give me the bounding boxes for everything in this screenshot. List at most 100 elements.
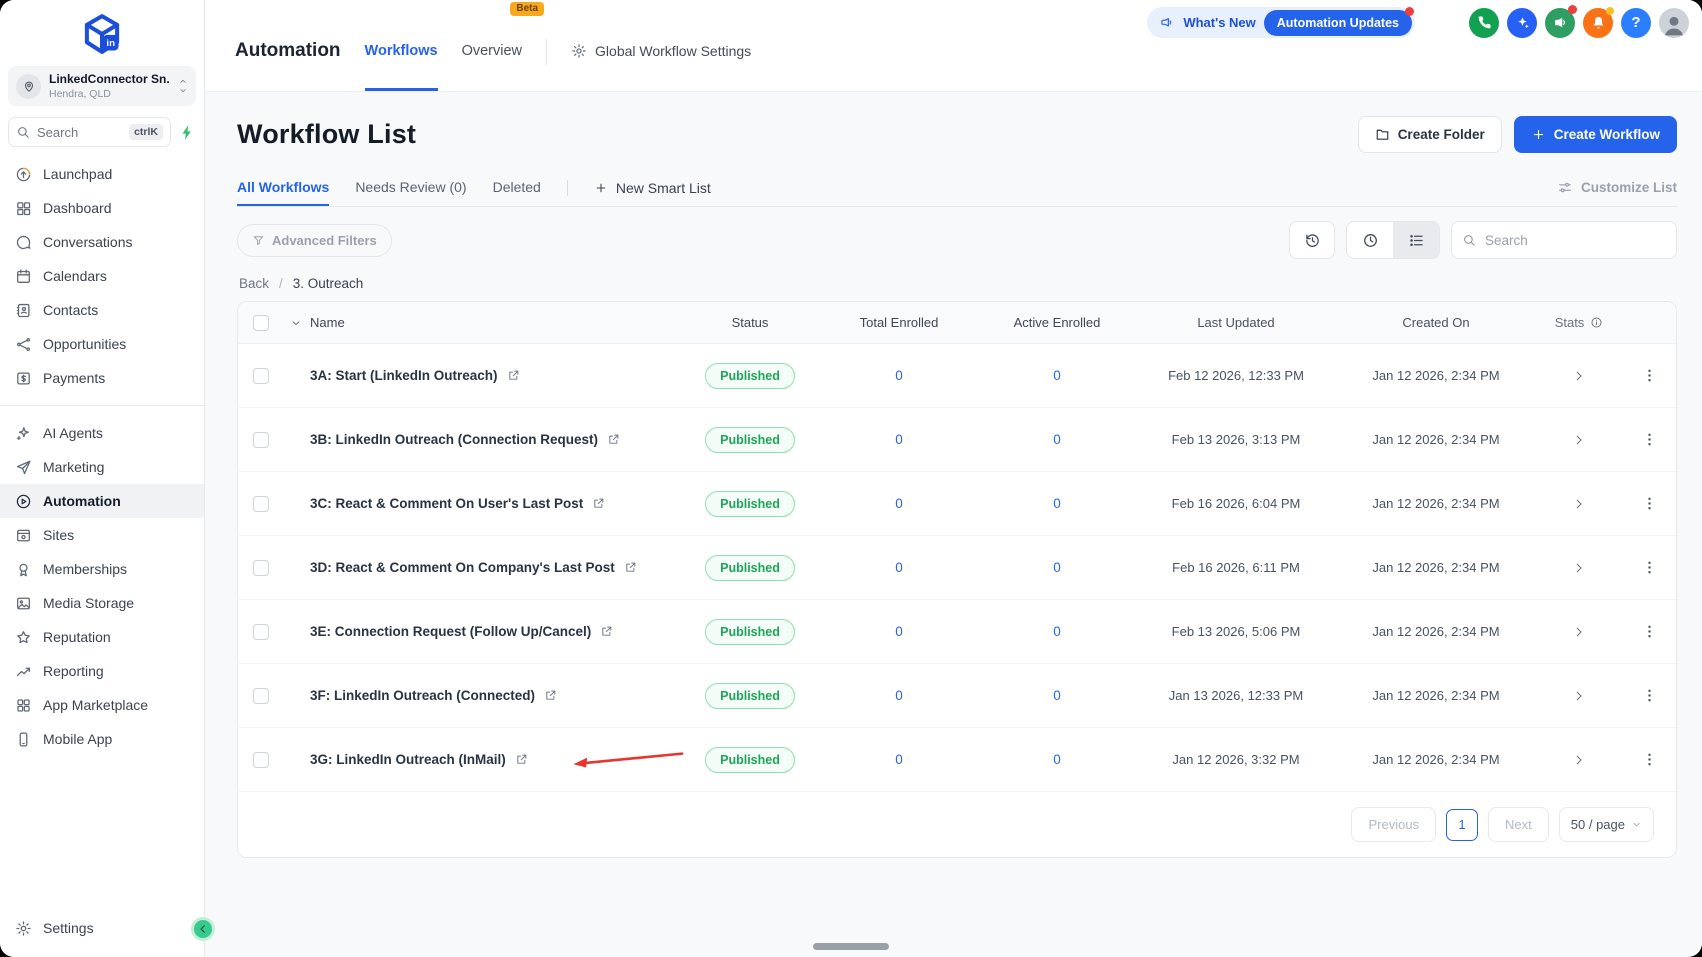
next-page-button[interactable]: Next — [1488, 807, 1549, 842]
advanced-filters-button[interactable]: Advanced Filters — [237, 223, 392, 257]
active-enrolled-value[interactable]: 0 — [1053, 432, 1061, 447]
page-size-select[interactable]: 50 / page — [1558, 807, 1654, 842]
user-avatar[interactable] — [1659, 7, 1689, 38]
active-enrolled-value[interactable]: 0 — [1053, 752, 1061, 767]
workflow-search[interactable] — [1451, 221, 1677, 259]
total-enrolled-value[interactable]: 0 — [895, 560, 903, 575]
chevron-down-icon[interactable] — [290, 317, 302, 329]
total-enrolled-value[interactable]: 0 — [895, 368, 903, 383]
table-row[interactable]: 3F: LinkedIn Outreach (Connected) Publis… — [238, 664, 1676, 728]
create-workflow-button[interactable]: Create Workflow — [1513, 116, 1677, 153]
sidebar-collapse-button[interactable] — [191, 917, 215, 941]
recent-view-button[interactable] — [1347, 222, 1393, 258]
sidebar-item-opportunities[interactable]: Opportunities — [0, 327, 204, 361]
table-row[interactable]: 3B: LinkedIn Outreach (Connection Reques… — [238, 408, 1676, 472]
previous-page-button[interactable]: Previous — [1351, 807, 1437, 842]
active-enrolled-value[interactable]: 0 — [1053, 496, 1061, 511]
workflow-name-link[interactable]: 3G: LinkedIn Outreach (InMail) — [310, 752, 506, 767]
sidebar-item-mobile-app[interactable]: Mobile App — [0, 722, 204, 756]
external-link-icon[interactable] — [600, 625, 613, 638]
workflow-name-link[interactable]: 3C: React & Comment On User's Last Post — [310, 496, 583, 511]
customize-list-button[interactable]: Customize List — [1557, 180, 1677, 196]
tab-deleted[interactable]: Deleted — [493, 169, 541, 206]
stats-chevron-icon[interactable] — [1572, 689, 1586, 703]
tab-all-workflows[interactable]: All Workflows — [237, 169, 330, 206]
external-link-icon[interactable] — [592, 497, 605, 510]
external-link-icon[interactable] — [507, 369, 520, 382]
row-checkbox[interactable] — [253, 367, 269, 384]
row-menu-kebab-icon[interactable] — [1641, 559, 1658, 576]
active-enrolled-value[interactable]: 0 — [1053, 688, 1061, 703]
sidebar-item-automation[interactable]: Automation — [0, 484, 204, 518]
external-link-icon[interactable] — [515, 753, 528, 766]
workflow-name-link[interactable]: 3F: LinkedIn Outreach (Connected) — [310, 688, 535, 703]
external-link-icon[interactable] — [544, 689, 557, 702]
row-checkbox[interactable] — [253, 751, 269, 768]
notifications-button[interactable] — [1583, 6, 1614, 38]
new-smart-list-button[interactable]: New Smart List — [594, 180, 711, 196]
sidebar-item-conversations[interactable]: Conversations — [0, 225, 204, 259]
tab-workflows[interactable]: Workflows — [364, 0, 438, 91]
sidebar-item-dashboard[interactable]: Dashboard — [0, 191, 204, 225]
row-menu-kebab-icon[interactable] — [1641, 495, 1658, 512]
sidebar-item-launchpad[interactable]: Launchpad — [0, 157, 204, 191]
row-checkbox[interactable] — [253, 431, 269, 448]
window-drag-handle[interactable] — [813, 943, 889, 950]
stats-chevron-icon[interactable] — [1572, 625, 1586, 639]
automation-updates-button[interactable]: Automation Updates — [1263, 6, 1414, 36]
workflow-name-link[interactable]: 3D: React & Comment On Company's Last Po… — [310, 560, 615, 575]
breadcrumb-back[interactable]: Back — [239, 276, 269, 291]
quick-actions-bolt-icon[interactable] — [179, 124, 196, 141]
table-row[interactable]: 3G: LinkedIn Outreach (InMail) Published… — [238, 728, 1676, 792]
total-enrolled-value[interactable]: 0 — [895, 624, 903, 639]
row-menu-kebab-icon[interactable] — [1641, 751, 1658, 768]
info-icon[interactable] — [1590, 316, 1603, 329]
execution-history-button[interactable] — [1289, 221, 1335, 259]
table-row[interactable]: 3A: Start (LinkedIn Outreach) Published … — [238, 344, 1676, 408]
sidebar-item-contacts[interactable]: Contacts — [0, 293, 204, 327]
total-enrolled-value[interactable]: 0 — [895, 496, 903, 511]
sidebar-item-reputation[interactable]: Reputation — [0, 620, 204, 654]
total-enrolled-value[interactable]: 0 — [895, 432, 903, 447]
active-enrolled-value[interactable]: 0 — [1053, 368, 1061, 383]
row-menu-kebab-icon[interactable] — [1641, 687, 1658, 704]
sidebar-item-reporting[interactable]: Reporting — [0, 654, 204, 688]
list-view-button[interactable] — [1393, 222, 1439, 258]
row-menu-kebab-icon[interactable] — [1641, 367, 1658, 384]
global-workflow-settings-link[interactable]: Global Workflow Settings — [571, 0, 751, 91]
row-menu-kebab-icon[interactable] — [1641, 623, 1658, 640]
active-enrolled-value[interactable]: 0 — [1053, 624, 1061, 639]
select-all-checkbox[interactable] — [253, 314, 269, 331]
sidebar-item-app-marketplace[interactable]: App Marketplace — [0, 688, 204, 722]
ai-assistant-button[interactable] — [1507, 7, 1537, 38]
page-number-button[interactable]: 1 — [1446, 808, 1479, 841]
workflow-name-link[interactable]: 3E: Connection Request (Follow Up/Cancel… — [310, 624, 591, 639]
sidebar-item-media-storage[interactable]: Media Storage — [0, 586, 204, 620]
row-menu-kebab-icon[interactable] — [1641, 431, 1658, 448]
create-folder-button[interactable]: Create Folder — [1357, 116, 1502, 153]
total-enrolled-value[interactable]: 0 — [895, 688, 903, 703]
row-checkbox[interactable] — [253, 623, 269, 640]
account-expand-icon[interactable] — [178, 77, 188, 95]
account-switcher[interactable]: LinkedConnector Sn... Hendra, QLD — [8, 66, 196, 106]
sidebar-item-calendars[interactable]: Calendars — [0, 259, 204, 293]
tab-overview[interactable]: Overview Beta — [462, 0, 545, 91]
sidebar-item-sites[interactable]: Sites — [0, 518, 204, 552]
row-checkbox[interactable] — [253, 687, 269, 704]
sidebar-item-payments[interactable]: Payments — [0, 361, 204, 395]
announcements-button[interactable] — [1545, 4, 1577, 38]
workflow-name-link[interactable]: 3B: LinkedIn Outreach (Connection Reques… — [310, 432, 598, 447]
stats-chevron-icon[interactable] — [1572, 369, 1586, 383]
stats-chevron-icon[interactable] — [1572, 753, 1586, 767]
external-link-icon[interactable] — [607, 433, 620, 446]
stats-chevron-icon[interactable] — [1572, 561, 1586, 575]
stats-chevron-icon[interactable] — [1572, 433, 1586, 447]
sidebar-item-marketing[interactable]: Marketing — [0, 450, 204, 484]
phone-button[interactable] — [1469, 7, 1499, 38]
table-row[interactable]: 3C: React & Comment On User's Last Post … — [238, 472, 1676, 536]
total-enrolled-value[interactable]: 0 — [895, 752, 903, 767]
sidebar-item-ai-agents[interactable]: AI Agents — [0, 416, 204, 450]
table-row[interactable]: 3E: Connection Request (Follow Up/Cancel… — [238, 600, 1676, 664]
whats-new-pill[interactable]: What's New Automation Updates — [1147, 6, 1415, 38]
help-button[interactable]: ? — [1621, 7, 1651, 38]
